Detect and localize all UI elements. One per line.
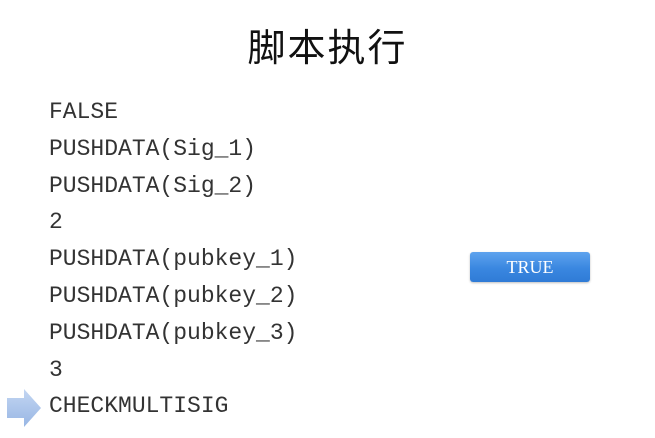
script-line-pushdata-pubkey-2: PUSHDATA(pubkey_2): [49, 282, 298, 309]
stack-item-true: TRUE: [470, 252, 590, 282]
script-line-3: 3: [49, 356, 63, 383]
script-line-2: 2: [49, 209, 63, 236]
script-line-pushdata-sig-2: PUSHDATA(Sig_2): [49, 172, 257, 199]
script-list: FALSE PUSHDATA(Sig_1) PUSHDATA(Sig_2) 2 …: [49, 94, 297, 425]
script-line-checkmultisig: CHECKMULTISIG: [49, 393, 229, 420]
script-line-pushdata-sig-1: PUSHDATA(Sig_1): [49, 135, 257, 162]
right-arrow-icon: [7, 389, 41, 427]
script-line-pushdata-pubkey-1: PUSHDATA(pubkey_1): [49, 246, 298, 273]
script-line-pushdata-pubkey-3: PUSHDATA(pubkey_3): [49, 319, 298, 346]
script-line-false: FALSE: [49, 99, 119, 125]
slide-title: 脚本执行: [247, 26, 408, 70]
